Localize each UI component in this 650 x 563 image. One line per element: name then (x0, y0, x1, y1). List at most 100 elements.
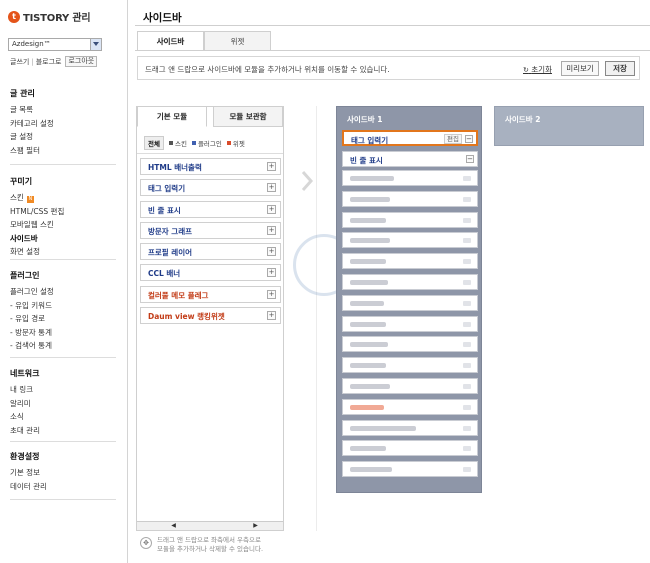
module-item[interactable]: 태그 입력기 + (140, 179, 281, 197)
nav-section-title: 꾸미기 (10, 177, 33, 186)
module-item[interactable]: 빈 줄 표시 + (140, 200, 281, 218)
nav-section-title: 네트워크 (10, 369, 40, 378)
nav-item[interactable]: - 유입 키워드 (10, 299, 116, 313)
blurred-module-control (463, 300, 471, 306)
remove-module-icon[interactable]: − (465, 135, 473, 143)
tab-sidebar[interactable]: 사이드바 (137, 31, 204, 51)
nav-item[interactable]: 데이터 관리 (10, 480, 116, 494)
tab-module-storage[interactable]: 모듈 보관함 (213, 106, 283, 127)
sidebar-2-title: 사이드바 2 (505, 115, 541, 124)
drag-hint-text: 드래그 앤 드랍으로 좌측에서 우측으로 모듈을 추가하거나 삭제할 수 있습니다… (157, 536, 263, 554)
nav-section: 환경설정 기본 정보 데이터 관리 (10, 451, 116, 493)
module-label: CCL 배너 (148, 269, 181, 279)
module-item[interactable]: 방문자 그래프 + (140, 221, 281, 239)
nav-item[interactable]: 알리미 (10, 397, 116, 411)
nav-item[interactable]: 플러그인 설정 (10, 285, 116, 299)
sidebar-module[interactable] (342, 170, 478, 186)
sidebar-module[interactable] (342, 440, 478, 457)
remove-module-icon[interactable]: − (466, 155, 474, 163)
sidebar-module[interactable] (342, 419, 478, 436)
nav-item[interactable]: - 검색어 통계 (10, 339, 116, 353)
sidebar-module[interactable] (342, 274, 478, 290)
sidebar-module[interactable] (342, 253, 478, 270)
tab-widget[interactable]: 위젯 (204, 31, 271, 51)
add-module-icon[interactable]: + (267, 225, 276, 235)
add-module-icon[interactable]: + (267, 289, 276, 299)
module-divider (137, 153, 283, 154)
nav-item[interactable]: 초대 관리 (10, 424, 116, 438)
add-module-icon[interactable]: + (267, 311, 276, 321)
nav-item[interactable]: 기본 정보 (10, 466, 116, 480)
module-label: Daum view 랭킹위젯 (148, 312, 225, 322)
sidebar-module[interactable]: 빈 줄 표시 − (342, 151, 478, 167)
module-label: 방문자 그래프 (148, 226, 193, 236)
add-module-icon[interactable]: + (267, 162, 276, 171)
chevron-down-icon[interactable] (90, 39, 101, 50)
filter-skin[interactable]: 스킨 (168, 138, 187, 148)
posting-link[interactable]: 글쓰기 (10, 57, 29, 67)
blog-link[interactable]: 블로그로 (36, 57, 62, 67)
nav-item[interactable]: 스킨 N (10, 191, 116, 205)
sidebar-module[interactable] (342, 336, 478, 353)
nav-item[interactable]: 글 설정 (10, 130, 116, 144)
preview-button[interactable]: 미리보기 (561, 61, 599, 76)
module-item[interactable]: HTML 배너출력 + (140, 158, 281, 175)
nav-item[interactable]: 모바일웹 스킨 (10, 218, 116, 232)
blurred-module-control (463, 446, 471, 452)
nav-divider (10, 259, 116, 260)
sidebar-module[interactable] (342, 232, 478, 249)
filter-skin-label: 스킨 (174, 140, 187, 148)
module-item[interactable]: 프로필 레이어 + (140, 243, 281, 261)
sidebar-module[interactable] (342, 315, 478, 332)
sidebar-module[interactable] (342, 357, 478, 374)
scroll-right-icon[interactable]: ▶ (251, 522, 260, 530)
sidebar-module[interactable] (342, 190, 478, 207)
module-item[interactable]: 컬러풀 메모 플레그 + (140, 285, 281, 303)
nav-item[interactable]: 내 링크 (10, 383, 116, 397)
filter-widget[interactable]: 위젯 (226, 138, 245, 148)
scroll-left-icon[interactable]: ◀ (169, 522, 178, 530)
sidebar-1-column[interactable]: 사이드바 1 태그 입력기 편집 − 빈 줄 표시 − (336, 106, 482, 493)
blurred-module-label (350, 384, 390, 389)
nav-item[interactable]: 글 목록 (10, 103, 116, 117)
nav-item-label: 초대 관리 (10, 425, 40, 435)
blurred-module-label (350, 446, 386, 452)
tistory-logo[interactable]: t TISTORY 관리 (8, 9, 91, 24)
nav-item[interactable]: - 유입 경로 (10, 312, 116, 326)
reset-link[interactable]: ↻ 초기화 (523, 64, 552, 75)
nav-item[interactable]: 스팸 필터 (10, 144, 116, 158)
nav-item-label: 글 목록 (10, 105, 34, 114)
sidebar-module-label: 태그 입력기 (351, 136, 389, 145)
add-module-icon[interactable]: + (267, 204, 276, 214)
horizontal-scrollbar[interactable]: ◀ ▶ (137, 521, 283, 530)
sidebar-module[interactable] (342, 461, 478, 478)
nav-item[interactable]: - 방문자 통계 (10, 326, 116, 340)
nav-item[interactable]: 카테고리 설정 (10, 117, 116, 131)
nav-item[interactable]: 소식 (10, 410, 116, 424)
nav-item[interactable]: 화면 설정 (10, 245, 116, 259)
sidebar-module[interactable] (342, 378, 478, 394)
add-module-icon[interactable]: + (267, 268, 276, 278)
nav-item[interactable]: HTML/CSS 편집 (10, 205, 116, 219)
tab-basic-modules[interactable]: 기본 모듈 (137, 106, 207, 127)
sidebar-module[interactable] (342, 294, 478, 311)
sidebar-module[interactable]: 태그 입력기 편집 − (342, 130, 478, 146)
filter-all[interactable]: 전체 (144, 136, 164, 150)
sidebar-2-column[interactable]: 사이드바 2 (494, 106, 644, 146)
edit-button[interactable]: 편집 (444, 134, 462, 144)
nav-item[interactable]: 사이드바 (10, 232, 116, 246)
sidebar-module[interactable] (342, 398, 478, 415)
sidebar-module[interactable] (342, 211, 478, 228)
blog-select[interactable]: Azdesign™ (8, 38, 102, 51)
logout-button[interactable]: 로그아웃 (65, 56, 98, 67)
filter-plugin[interactable]: 플러그인 (191, 138, 222, 148)
module-item[interactable]: CCL 배너 + (140, 264, 281, 282)
module-item[interactable]: Daum view 랭킹위젯 + (140, 307, 281, 325)
tab-divider (135, 50, 650, 51)
add-module-icon[interactable]: + (267, 183, 276, 193)
blurred-module-label (350, 217, 386, 223)
add-module-icon[interactable]: + (267, 247, 276, 257)
save-button[interactable]: 저장 (605, 61, 635, 76)
filter-all-label: 전체 (148, 140, 160, 148)
nav-item-label: 카테고리 설정 (10, 118, 54, 128)
